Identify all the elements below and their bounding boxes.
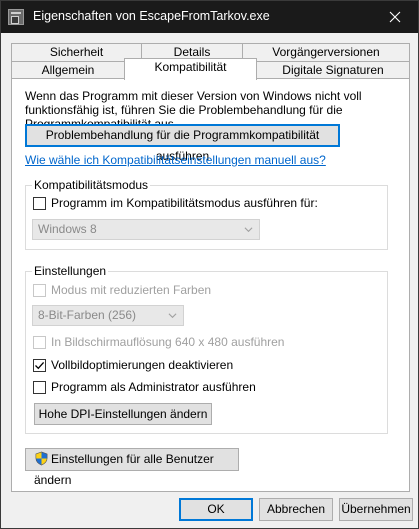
troubleshoot-button[interactable]: Problembehandlung für die Programmkompat… (25, 124, 340, 163)
os-version-value: Windows 8 (38, 222, 97, 236)
fullscreen-optimizations-checkbox[interactable] (33, 358, 46, 372)
color-depth-value: 8-Bit-Farben (256) (38, 308, 137, 322)
title-bar[interactable]: Eigenschaften von EscapeFromTarkov.exe (1, 1, 418, 33)
run-as-admin-checkbox[interactable] (33, 380, 46, 394)
checkmark-icon (35, 361, 45, 369)
run-as-admin-label: Programm als Administrator ausführen (51, 380, 256, 394)
change-settings-all-users-button[interactable]: Einstellungen für alle Benutzer ändern (25, 448, 239, 487)
low-resolution-checkbox (33, 335, 46, 349)
compatibility-mode-label: Kompatibilitätsmodus (32, 178, 151, 192)
application-icon (8, 9, 24, 25)
window-title: Eigenschaften von EscapeFromTarkov.exe (33, 9, 270, 23)
compat-mode-checkbox[interactable] (33, 196, 46, 210)
close-icon (389, 11, 401, 23)
compat-mode-checkbox-row[interactable]: Programm im Kompatibilitätsmodus ausführ… (33, 196, 318, 210)
properties-dialog: Eigenschaften von EscapeFromTarkov.exe S… (0, 0, 419, 529)
ok-button[interactable]: OK (179, 498, 253, 521)
high-dpi-settings-button[interactable]: Hohe DPI-Einstellungen ändern (34, 403, 212, 425)
tab-kompatibilitaet[interactable]: Kompatibilität (124, 58, 257, 80)
reduced-colors-row: Modus mit reduzierten Farben (33, 283, 211, 297)
color-depth-select: 8-Bit-Farben (256) (32, 305, 184, 326)
chevron-down-icon (168, 313, 177, 319)
low-resolution-label: In Bildschirmauflösung 640 x 480 ausführ… (51, 335, 285, 349)
chevron-down-icon (244, 227, 253, 233)
run-as-admin-row[interactable]: Programm als Administrator ausführen (33, 380, 256, 394)
fullscreen-optimizations-label: Vollbildoptimierungen deaktivieren (51, 358, 234, 372)
reduced-colors-checkbox (33, 283, 46, 297)
compatibility-mode-group: Kompatibilitätsmodus (25, 178, 388, 250)
os-version-select: Windows 8 (32, 219, 260, 240)
cancel-button[interactable]: Abbrechen (259, 498, 333, 521)
tab-vorgaengerversionen[interactable]: Vorgängerversionen (242, 43, 410, 62)
settings-label: Einstellungen (32, 264, 109, 278)
fullscreen-optimizations-row[interactable]: Vollbildoptimierungen deaktivieren (33, 358, 233, 372)
apply-button[interactable]: Übernehmen (339, 498, 413, 521)
tab-sicherheit[interactable]: Sicherheit (11, 43, 142, 62)
low-resolution-row: In Bildschirmauflösung 640 x 480 ausführ… (33, 335, 284, 349)
manual-settings-link[interactable]: Wie wähle ich Kompatibilitätseinstellung… (25, 153, 326, 167)
reduced-colors-label: Modus mit reduzierten Farben (51, 283, 212, 297)
compat-mode-checkbox-label: Programm im Kompatibilitätsmodus ausführ… (51, 196, 318, 210)
close-button[interactable] (372, 1, 418, 33)
uac-shield-icon (35, 451, 48, 466)
